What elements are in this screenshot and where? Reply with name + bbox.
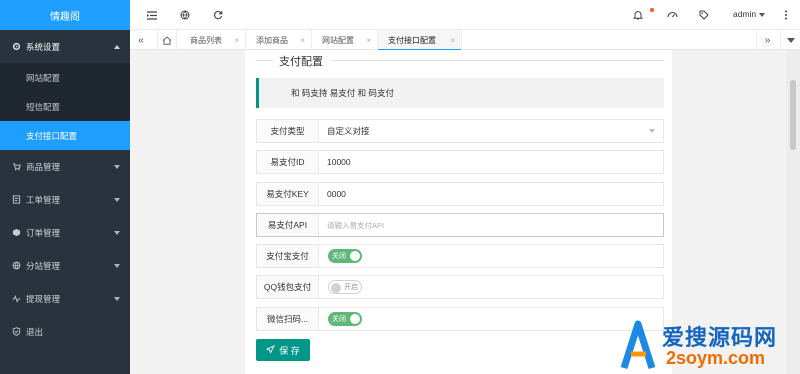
tab-product-list[interactable]: 商品列表 × [180,30,246,50]
app-logo[interactable]: 情趣阁 [0,0,130,30]
alipay-switch[interactable]: 关闭 [328,249,362,263]
sidebar-item-logout[interactable]: 退出 [0,315,130,348]
ticket-icon [10,195,22,204]
globe-icon [10,261,22,270]
pulse-icon [10,294,22,303]
field-label: 易支付ID [257,151,319,173]
switch-knob [350,314,360,324]
payment-config-card: 支付配置 和 码支持 易支付 和 码支付 支付类型 自定义对接 易支付ID 10… [245,50,672,374]
legend-line [331,60,665,61]
sidebar-item-label: 订单管理 [26,227,61,238]
epay-key-input[interactable]: 0000 [327,183,346,205]
watermark-logo-icon [620,320,656,370]
field-payment-type[interactable]: 支付类型 自定义对接 [256,119,664,143]
field-label: 支付类型 [257,120,319,142]
tab-add-product[interactable]: 添加商品 × [246,30,312,50]
field-wechat: 微信扫码... 关闭 [256,307,664,331]
menu-toggle-icon[interactable] [146,9,158,21]
chevron-down-icon[interactable] [649,129,655,133]
epay-api-input[interactable]: 请输入易支付API [327,214,384,236]
epay-id-input[interactable]: 10000 [327,151,351,173]
sidebar-item-withdrawals[interactable]: 提现管理 [0,282,130,315]
home-icon[interactable] [157,30,177,50]
sidebar-item-label: 分站管理 [26,260,61,271]
tag-icon[interactable] [698,9,710,21]
field-epay-key[interactable]: 易支付KEY 0000 [256,182,664,206]
scrollbar-thumb[interactable] [790,80,796,150]
switch-knob [331,282,341,293]
chevron-down-icon [114,197,120,202]
sidebar-item-tickets[interactable]: 工单管理 [0,183,130,216]
chevron-up-icon [114,44,120,49]
refresh-icon[interactable] [212,9,224,21]
cube-icon [10,228,22,237]
tab-payment-config[interactable]: 支付接口配置 × [378,30,462,51]
sidebar-item-orders[interactable]: 订单管理 [0,216,130,249]
site-watermark: 爱搜源码网 2soym.com [618,316,800,374]
close-icon[interactable]: × [234,36,239,45]
fieldset-legend: 支付配置 [255,53,665,69]
chevron-down-icon [114,230,120,235]
sidebar-item-label: 系统设置 [26,41,61,52]
legend-line [255,60,273,61]
notification-dot [650,8,654,12]
wechat-switch[interactable]: 关闭 [328,312,362,326]
tab-scroll-right-icon[interactable]: » [756,30,778,50]
send-icon [265,344,276,356]
username: admin [733,9,757,19]
tab-site-config[interactable]: 网站配置 × [312,30,378,50]
sidebar-item-label: 提现管理 [26,293,61,304]
theme-icon[interactable] [666,9,678,21]
sidebar-item-substations[interactable]: 分站管理 [0,249,130,282]
shield-icon [10,327,22,336]
cart-icon [10,162,22,171]
sidebar-item-products[interactable]: 商品管理 [0,150,130,183]
topbar: admin [130,0,800,30]
sidebar: 情趣阁 系统设置 网站配置 短信配置 支付接口配置 商品管理 工单管理 订单管理 [0,0,130,374]
field-label: 支付宝支付 [257,245,319,267]
user-menu[interactable]: admin [733,9,766,19]
close-icon[interactable]: × [366,36,371,45]
close-icon[interactable]: × [450,36,455,45]
watermark-url: 2soym.com [666,348,766,368]
field-alipay: 支付宝支付 关闭 [256,244,664,268]
submenu-system-settings: 网站配置 短信配置 支付接口配置 [0,63,130,150]
qq-wallet-switch[interactable]: 开启 [328,280,362,294]
notice-box: 和 码支持 易支付 和 码支付 [256,78,664,108]
chevron-down-icon [114,164,120,169]
sidebar-subitem-payment-config[interactable]: 支付接口配置 [0,121,130,150]
chevron-down-icon [114,263,120,268]
sidebar-item-label: 商品管理 [26,161,61,172]
payment-type-select[interactable]: 自定义对接 [327,120,370,142]
sidebar-subitem-site-config[interactable]: 网站配置 [0,63,130,92]
globe-icon[interactable] [179,9,191,21]
field-epay-id[interactable]: 易支付ID 10000 [256,150,664,174]
field-label: 易支付KEY [257,183,319,205]
sidebar-item-label: 工单管理 [26,194,61,205]
tab-scroll-left-icon[interactable]: « [132,30,150,50]
form-title: 支付配置 [275,53,327,69]
close-icon[interactable]: × [300,36,305,45]
field-label: 微信扫码... [257,308,319,330]
field-label: 易支付API [257,214,319,236]
chevron-down-icon [114,296,120,301]
bell-icon[interactable] [632,9,644,21]
sidebar-subitem-sms-config[interactable]: 短信配置 [0,92,130,121]
switch-knob [350,251,360,261]
gear-icon [10,42,22,51]
caret-down-icon [759,12,766,17]
tab-menu-icon[interactable] [780,30,800,50]
more-vertical-icon[interactable] [780,9,792,21]
field-qq-wallet: QQ钱包支付 开启 [256,275,664,299]
sidebar-item-label: 退出 [26,326,44,337]
field-epay-api[interactable]: 易支付API 请输入易支付API [256,213,664,237]
tab-bar: « 商品列表 × 添加商品 × 网站配置 × 支付接口配置 × » [130,30,800,51]
save-button[interactable]: 保 存 [256,339,310,361]
sidebar-item-system-settings[interactable]: 系统设置 [0,30,130,63]
field-label: QQ钱包支付 [257,276,319,298]
